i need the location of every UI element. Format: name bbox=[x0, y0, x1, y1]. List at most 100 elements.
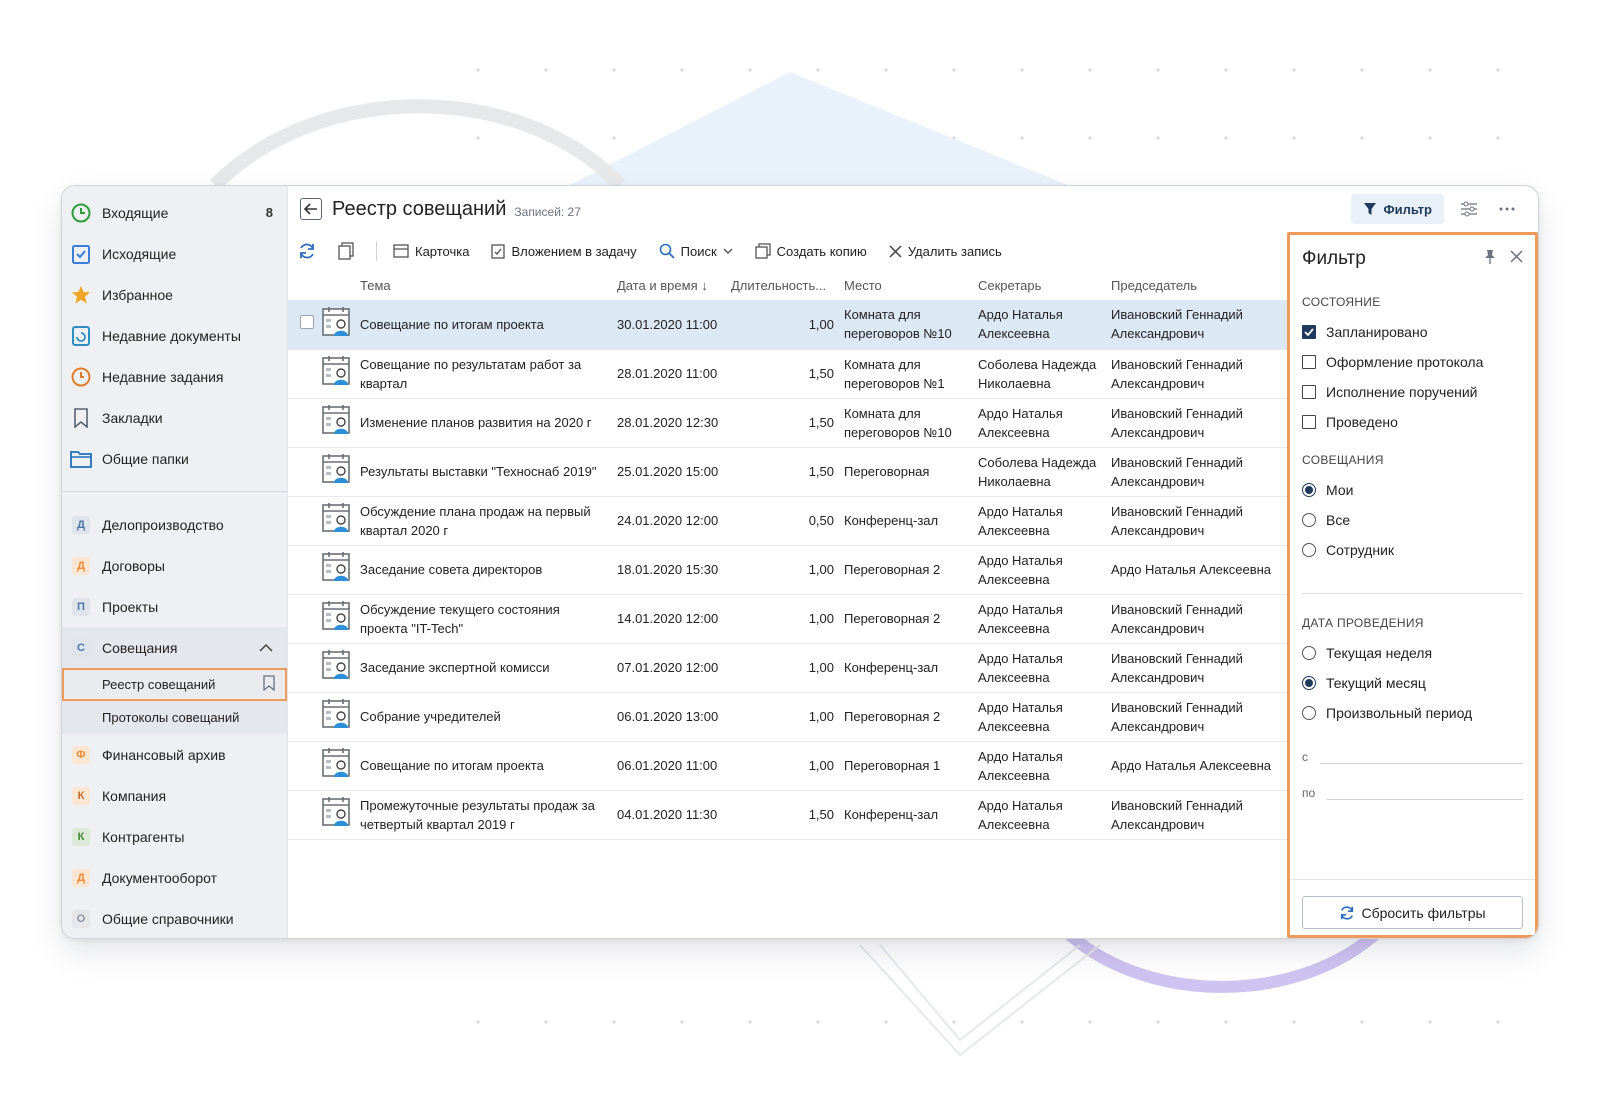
chevron-up-icon[interactable] bbox=[259, 640, 273, 656]
table-row[interactable]: Заседание экспертной комисси 07.01.2020 1… bbox=[288, 643, 1287, 693]
back-button[interactable] bbox=[300, 198, 322, 220]
column-header-topic[interactable]: Тема bbox=[356, 270, 613, 300]
column-header-place[interactable]: Место bbox=[840, 270, 974, 300]
date-from-field[interactable]: с bbox=[1290, 728, 1535, 764]
table-row[interactable]: Обсуждение плана продаж на первый кварта… bbox=[288, 496, 1287, 546]
cell-chair: Ивановский Геннадий Александрович bbox=[1107, 349, 1287, 399]
filter-option-state-3[interactable]: Проведено bbox=[1290, 407, 1535, 437]
meeting-icon bbox=[322, 699, 352, 733]
sidebar-item-financial-archive[interactable]: Ф Финансовый архив bbox=[62, 734, 287, 775]
sidebar-item-records-management[interactable]: Д Делопроизводство bbox=[62, 504, 287, 545]
column-header-date[interactable]: Дата и время ↓ bbox=[613, 270, 727, 300]
filter-option-meetings-2[interactable]: Сотрудник bbox=[1290, 535, 1535, 565]
search-button[interactable]: Поиск bbox=[659, 243, 733, 259]
settings-sliders-icon[interactable] bbox=[1456, 196, 1482, 222]
table-row[interactable]: Заседание совета директоров 18.01.2020 15… bbox=[288, 545, 1287, 595]
sidebar-item-contracts[interactable]: Д Договоры bbox=[62, 545, 287, 586]
sidebar-item-bookmarks[interactable]: Закладки bbox=[62, 397, 287, 438]
row-checkbox[interactable] bbox=[300, 314, 314, 329]
sidebar-item-general-references[interactable]: О Общие справочники bbox=[62, 898, 287, 938]
radio-button[interactable] bbox=[1302, 676, 1316, 690]
sidebar-item-shared-folders[interactable]: Общие папки bbox=[62, 438, 287, 479]
filter-button[interactable]: Фильтр bbox=[1351, 194, 1444, 224]
date-to-field[interactable]: по bbox=[1290, 764, 1535, 800]
card-button[interactable]: Карточка bbox=[393, 244, 469, 259]
sidebar-item-company[interactable]: К Компания bbox=[62, 775, 287, 816]
create-copy-button[interactable]: Создать копию bbox=[755, 243, 867, 259]
column-header-secretary[interactable]: Секретарь bbox=[974, 270, 1107, 300]
checkbox[interactable] bbox=[1302, 385, 1316, 399]
cell-place: Конференц-зал bbox=[840, 496, 974, 546]
radio-button[interactable] bbox=[1302, 646, 1316, 660]
cell-duration: 1,50 bbox=[727, 790, 840, 840]
cell-secretary: Ардо Наталья Алексеевна bbox=[974, 300, 1107, 350]
pin-icon[interactable] bbox=[1484, 249, 1496, 270]
module-letter-icon: Д bbox=[72, 515, 90, 534]
checkbox[interactable] bbox=[1302, 355, 1316, 369]
filter-option-meetings-1[interactable]: Все bbox=[1290, 505, 1535, 535]
table-row[interactable]: Результаты выставки "Техноснаб 2019" 25.0… bbox=[288, 447, 1287, 497]
column-header-chair[interactable]: Председатель bbox=[1107, 270, 1287, 300]
sidebar-item-recent-docs[interactable]: Недавние документы bbox=[62, 315, 287, 356]
bookmark-icon[interactable] bbox=[263, 675, 275, 694]
sidebar-item-recent-tasks[interactable]: Недавние задания bbox=[62, 356, 287, 397]
sidebar-item-inbox[interactable]: Входящие 8 bbox=[62, 192, 287, 233]
checkbox[interactable] bbox=[1302, 415, 1316, 429]
refresh-button[interactable] bbox=[298, 242, 316, 260]
table-row[interactable]: Изменение планов развития на 2020 г 28.01… bbox=[288, 398, 1287, 448]
filter-option-date-2[interactable]: Произвольный период bbox=[1290, 698, 1535, 728]
filter-option-label: Сотрудник bbox=[1326, 542, 1395, 558]
filter-option-state-0[interactable]: Запланировано bbox=[1290, 317, 1535, 347]
cell-place: Переговорная 2 bbox=[840, 545, 974, 595]
table-row[interactable]: Совещание по итогам проекта 30.01.2020 11… bbox=[288, 300, 1287, 350]
copy-doc-button[interactable] bbox=[338, 242, 354, 260]
sidebar-subitem-meeting-protocols[interactable]: Протоколы совещаний bbox=[62, 701, 287, 734]
close-icon[interactable] bbox=[1510, 250, 1523, 268]
table-row[interactable]: Совещание по результатам работ за кварта… bbox=[288, 349, 1287, 399]
table-row[interactable]: Обсуждение текущего состояния проекта "I… bbox=[288, 594, 1287, 644]
table-row[interactable]: Собрание учредителей 06.01.2020 13:00 1,00… bbox=[288, 692, 1287, 742]
sidebar-subitem-meetings-registry[interactable]: Реестр совещаний bbox=[62, 668, 287, 701]
sidebar-item-outbox[interactable]: Исходящие bbox=[62, 233, 287, 274]
cell-date: 06.01.2020 13:00 bbox=[613, 692, 727, 742]
delete-record-button[interactable]: Удалить запись bbox=[889, 244, 1002, 259]
filter-section-meetings: СОВЕЩАНИЯ bbox=[1302, 453, 1384, 467]
filter-option-state-1[interactable]: Оформление протокола bbox=[1290, 347, 1535, 377]
more-icon[interactable] bbox=[1494, 196, 1520, 222]
cell-date: 28.01.2020 12:30 bbox=[613, 398, 727, 448]
sidebar-item-document-flow[interactable]: Д Документооборот bbox=[62, 857, 287, 898]
date-to-input[interactable] bbox=[1327, 782, 1523, 800]
cell-duration: 1,00 bbox=[727, 741, 840, 791]
checkbox[interactable] bbox=[1302, 325, 1316, 339]
recent-task-icon bbox=[70, 366, 92, 388]
attach-to-task-button[interactable]: Вложением в задачу bbox=[491, 243, 637, 259]
sidebar-item-meetings[interactable]: С Совещания bbox=[62, 627, 287, 668]
cell-place: Переговорная 2 bbox=[840, 594, 974, 644]
sidebar-item-favorites[interactable]: Избранное bbox=[62, 274, 287, 315]
sidebar-item-projects[interactable]: П Проекты bbox=[62, 586, 287, 627]
radio-button[interactable] bbox=[1302, 483, 1316, 497]
filter-option-meetings-0[interactable]: Мои bbox=[1290, 475, 1535, 505]
cell-place: Комната для переговоров №10 bbox=[840, 398, 974, 448]
close-icon bbox=[889, 244, 902, 258]
cell-chair: Ардо Наталья Алексеевна bbox=[1107, 545, 1287, 595]
radio-button[interactable] bbox=[1302, 543, 1316, 557]
radio-button[interactable] bbox=[1302, 706, 1316, 720]
arrow-left-icon bbox=[304, 203, 317, 215]
table-row[interactable]: Промежуточные результаты продаж за четве… bbox=[288, 790, 1287, 840]
meeting-icon bbox=[322, 601, 352, 635]
filter-option-date-0[interactable]: Текущая неделя bbox=[1290, 638, 1535, 668]
filter-option-date-1[interactable]: Текущий месяц bbox=[1290, 668, 1535, 698]
sidebar-item-counterparties[interactable]: К Контрагенты bbox=[62, 816, 287, 857]
radio-button[interactable] bbox=[1302, 513, 1316, 527]
cell-duration: 1,50 bbox=[727, 447, 840, 497]
date-from-input[interactable] bbox=[1320, 746, 1523, 764]
cell-topic: Заседание экспертной комисси bbox=[356, 643, 613, 693]
meeting-icon bbox=[322, 650, 352, 684]
cell-duration: 1,50 bbox=[727, 398, 840, 448]
filter-option-state-2[interactable]: Исполнение поручений bbox=[1290, 377, 1535, 407]
reset-filters-button[interactable]: Сбросить фильтры bbox=[1302, 896, 1523, 929]
table-row[interactable]: Совещание по итогам проекта 06.01.2020 11… bbox=[288, 741, 1287, 791]
cell-topic: Обсуждение текущего состояния проекта "I… bbox=[356, 594, 613, 644]
column-header-duration[interactable]: Длительность... bbox=[727, 270, 840, 300]
